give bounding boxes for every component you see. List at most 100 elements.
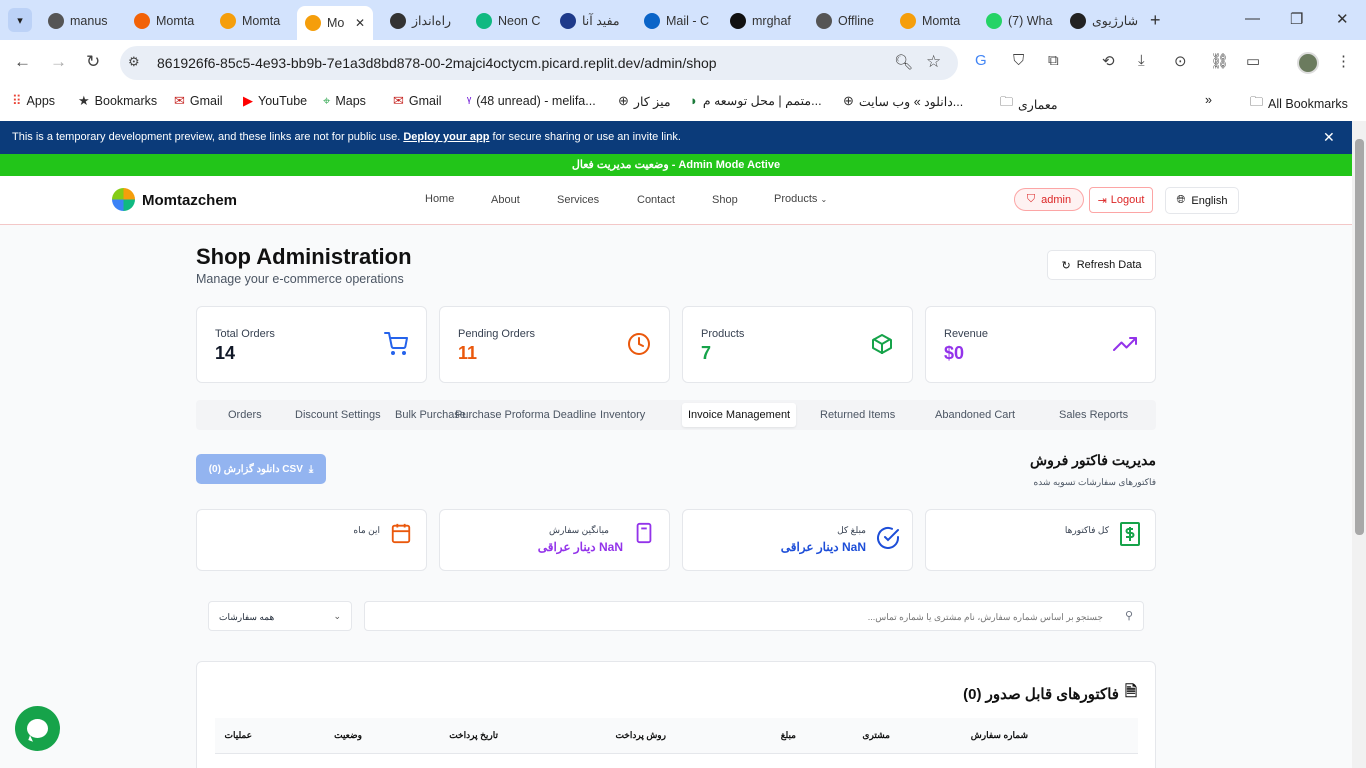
tab-purchase-proforma-deadline[interactable]: Purchase Proforma Deadline <box>455 409 596 421</box>
tab-discount-settings[interactable]: Discount Settings <box>295 409 381 421</box>
tab-search-menu-button[interactable]: ▾ <box>8 8 32 32</box>
reload-icon[interactable]: ↻ <box>86 52 100 72</box>
bookmark-item[interactable]: ✉ Gmail <box>174 93 223 109</box>
shield-extension-icon[interactable]: ⛉ <box>1013 52 1024 69</box>
browser-tab[interactable]: Momta <box>892 7 970 34</box>
browser-tab[interactable]: Momta <box>126 7 204 34</box>
translate-icon[interactable]: G <box>975 52 987 69</box>
browser-tab[interactable]: Momta <box>212 7 289 34</box>
cart-icon <box>384 332 408 362</box>
col-customer[interactable]: مشتری <box>862 730 890 741</box>
extensions-icon[interactable]: ⧉ <box>1048 52 1059 69</box>
scrollbar-thumb[interactable] <box>1355 139 1364 535</box>
browser-tab[interactable]: mrghaf <box>722 7 800 34</box>
openai-icon <box>390 12 406 29</box>
close-banner-icon[interactable]: ✕ <box>1323 129 1335 146</box>
bookmarks-overflow-icon[interactable]: » <box>1205 93 1212 107</box>
col-payment-date[interactable]: تاریخ پرداخت <box>449 730 498 741</box>
download-icon[interactable]: ⤓ <box>1138 52 1145 69</box>
col-amount[interactable]: مبلغ <box>781 730 796 741</box>
history-icon[interactable]: ⟲ <box>1102 52 1115 70</box>
momtazchem-logo[interactable] <box>112 188 135 211</box>
profile-avatar[interactable] <box>1297 52 1319 74</box>
back-icon[interactable]: ← <box>14 52 31 72</box>
restore-icon[interactable]: ❐ <box>1290 10 1303 28</box>
kebab-menu-icon[interactable]: ⋮ <box>1336 52 1351 70</box>
browser-tab[interactable]: (7) Wha <box>978 7 1054 34</box>
new-tab-button[interactable]: + <box>1150 10 1161 31</box>
tab-sales-reports[interactable]: Sales Reports <box>1059 409 1128 421</box>
site-info-icon[interactable]: ⚙ <box>128 54 140 70</box>
bookmark-star-icon[interactable]: ☆ <box>926 52 941 72</box>
info-card-average-order: میانگین سفارش NaN دینار عراقی <box>439 509 670 571</box>
bookmark-item[interactable]: ⠿ Apps <box>12 93 55 109</box>
brand-name[interactable]: Momtazchem <box>142 192 237 209</box>
close-window-icon[interactable]: ✕ <box>1336 10 1349 28</box>
close-tab-icon[interactable]: ✕ <box>355 16 365 30</box>
bookmark-item[interactable]: ★ Bookmarks <box>78 93 157 109</box>
logout-button[interactable]: ⇥ Logout <box>1089 187 1153 213</box>
bookmark-label: Apps <box>26 94 56 108</box>
browser-tab[interactable]: راه‌انداز <box>382 7 460 34</box>
browser-tab[interactable]: شارژیوی <box>1062 7 1140 34</box>
nav-about[interactable]: About <box>491 194 520 206</box>
tab-returned-items[interactable]: Returned Items <box>820 409 895 421</box>
minimize-icon[interactable]: — <box>1245 10 1260 27</box>
products-value: 7 <box>701 343 712 363</box>
deploy-app-link[interactable]: Deploy your app <box>403 131 489 143</box>
col-actions[interactable]: عملیات <box>225 730 252 741</box>
browser-tab[interactable]: Neon C <box>468 7 544 34</box>
bookmark-item[interactable]: ◗ متمم | محل توسعه م... <box>690 93 822 108</box>
col-status[interactable]: وضعیت <box>334 730 362 741</box>
browser-tab[interactable]: Mail - C <box>636 7 714 34</box>
tab-invoice-management[interactable]: Invoice Management <box>682 403 797 427</box>
tab-inventory[interactable]: Inventory <box>600 409 645 421</box>
globe-icon: ⊕ <box>618 93 629 108</box>
browser-tab-title: Mo <box>327 16 345 30</box>
col-payment-method[interactable]: روش پرداخت <box>615 730 666 741</box>
bookmark-item[interactable]: ▶ YouTube <box>243 93 307 109</box>
chat-widget-button[interactable] <box>15 706 60 751</box>
bookmark-label: Gmail <box>189 94 223 108</box>
invoice-search-input[interactable] <box>375 608 1103 626</box>
nav-services[interactable]: Services <box>557 194 599 206</box>
bookmark-item[interactable]: 🗀 معماری <box>1000 93 1058 115</box>
url-text[interactable]: 861926f6-85c5-4e93-bb9b-7e1a3d8bd878-00-… <box>157 55 717 71</box>
calendar-icon <box>390 522 412 550</box>
pending-orders-value: 11 <box>458 343 478 363</box>
nav-shop[interactable]: Shop <box>712 194 738 206</box>
nav-home[interactable]: Home <box>425 193 454 205</box>
language-selector[interactable]: 🌐︎ English <box>1165 187 1239 214</box>
browser-tab[interactable]: Offline <box>808 7 884 34</box>
nav-products[interactable]: Products ⌄ <box>774 193 827 205</box>
all-bookmarks-link[interactable]: 🗀 All Bookmarks <box>1250 93 1348 115</box>
devices-icon[interactable]: ▭ <box>1246 52 1260 70</box>
info-card-total-invoices: کل فاکتورها <box>925 509 1156 571</box>
address-bar[interactable]: ⚙ 861926f6-85c5-4e93-bb9b-7e1a3d8bd878-0… <box>120 46 958 80</box>
forward-icon[interactable]: → <box>50 52 67 72</box>
browser-tab[interactable]: Mo ✕ <box>297 6 373 40</box>
refresh-data-button[interactable]: ↻ Refresh Data <box>1047 250 1156 280</box>
bookmark-item[interactable]: ᵞ (48 unread) - melifa... <box>467 93 596 108</box>
col-order-number[interactable]: شماره سفارش <box>971 730 1028 741</box>
browser-tab[interactable]: مفید آنا <box>552 7 628 34</box>
browser-tab[interactable]: manus <box>40 7 114 34</box>
browser-tab-title: Momta <box>922 13 961 28</box>
browser-tab-title: Momta <box>156 13 195 28</box>
bookmark-item[interactable]: ⌖ Maps <box>323 93 366 109</box>
bookmark-item[interactable]: ✉ Gmail <box>393 93 442 109</box>
link-icon[interactable]: ⛓ <box>1210 52 1229 70</box>
bookmark-item[interactable]: ⊕ میز کار <box>618 93 671 109</box>
bookmark-label: میز کار <box>633 94 671 109</box>
bookmark-item[interactable]: ⊕ دانلود » وب سایت... <box>843 93 963 109</box>
screenshot-icon[interactable]: ⊙ <box>1174 52 1187 70</box>
tab-orders[interactable]: Orders <box>228 409 262 421</box>
momtazchem-icon <box>220 12 236 29</box>
nav-contact[interactable]: Contact <box>637 194 675 206</box>
order-filter-select[interactable]: همه سفارشات ⌄ <box>208 601 352 631</box>
chevron-down-icon: ⌄ <box>820 195 828 204</box>
csv-download-button[interactable]: دانلود گزارش (0) CSV ⤓ <box>196 454 326 484</box>
zoom-icon[interactable]: 🔍︎ <box>894 53 913 71</box>
tab-abandoned-cart[interactable]: Abandoned Cart <box>935 409 1015 421</box>
folder-icon: 🗀 <box>1000 94 1014 109</box>
